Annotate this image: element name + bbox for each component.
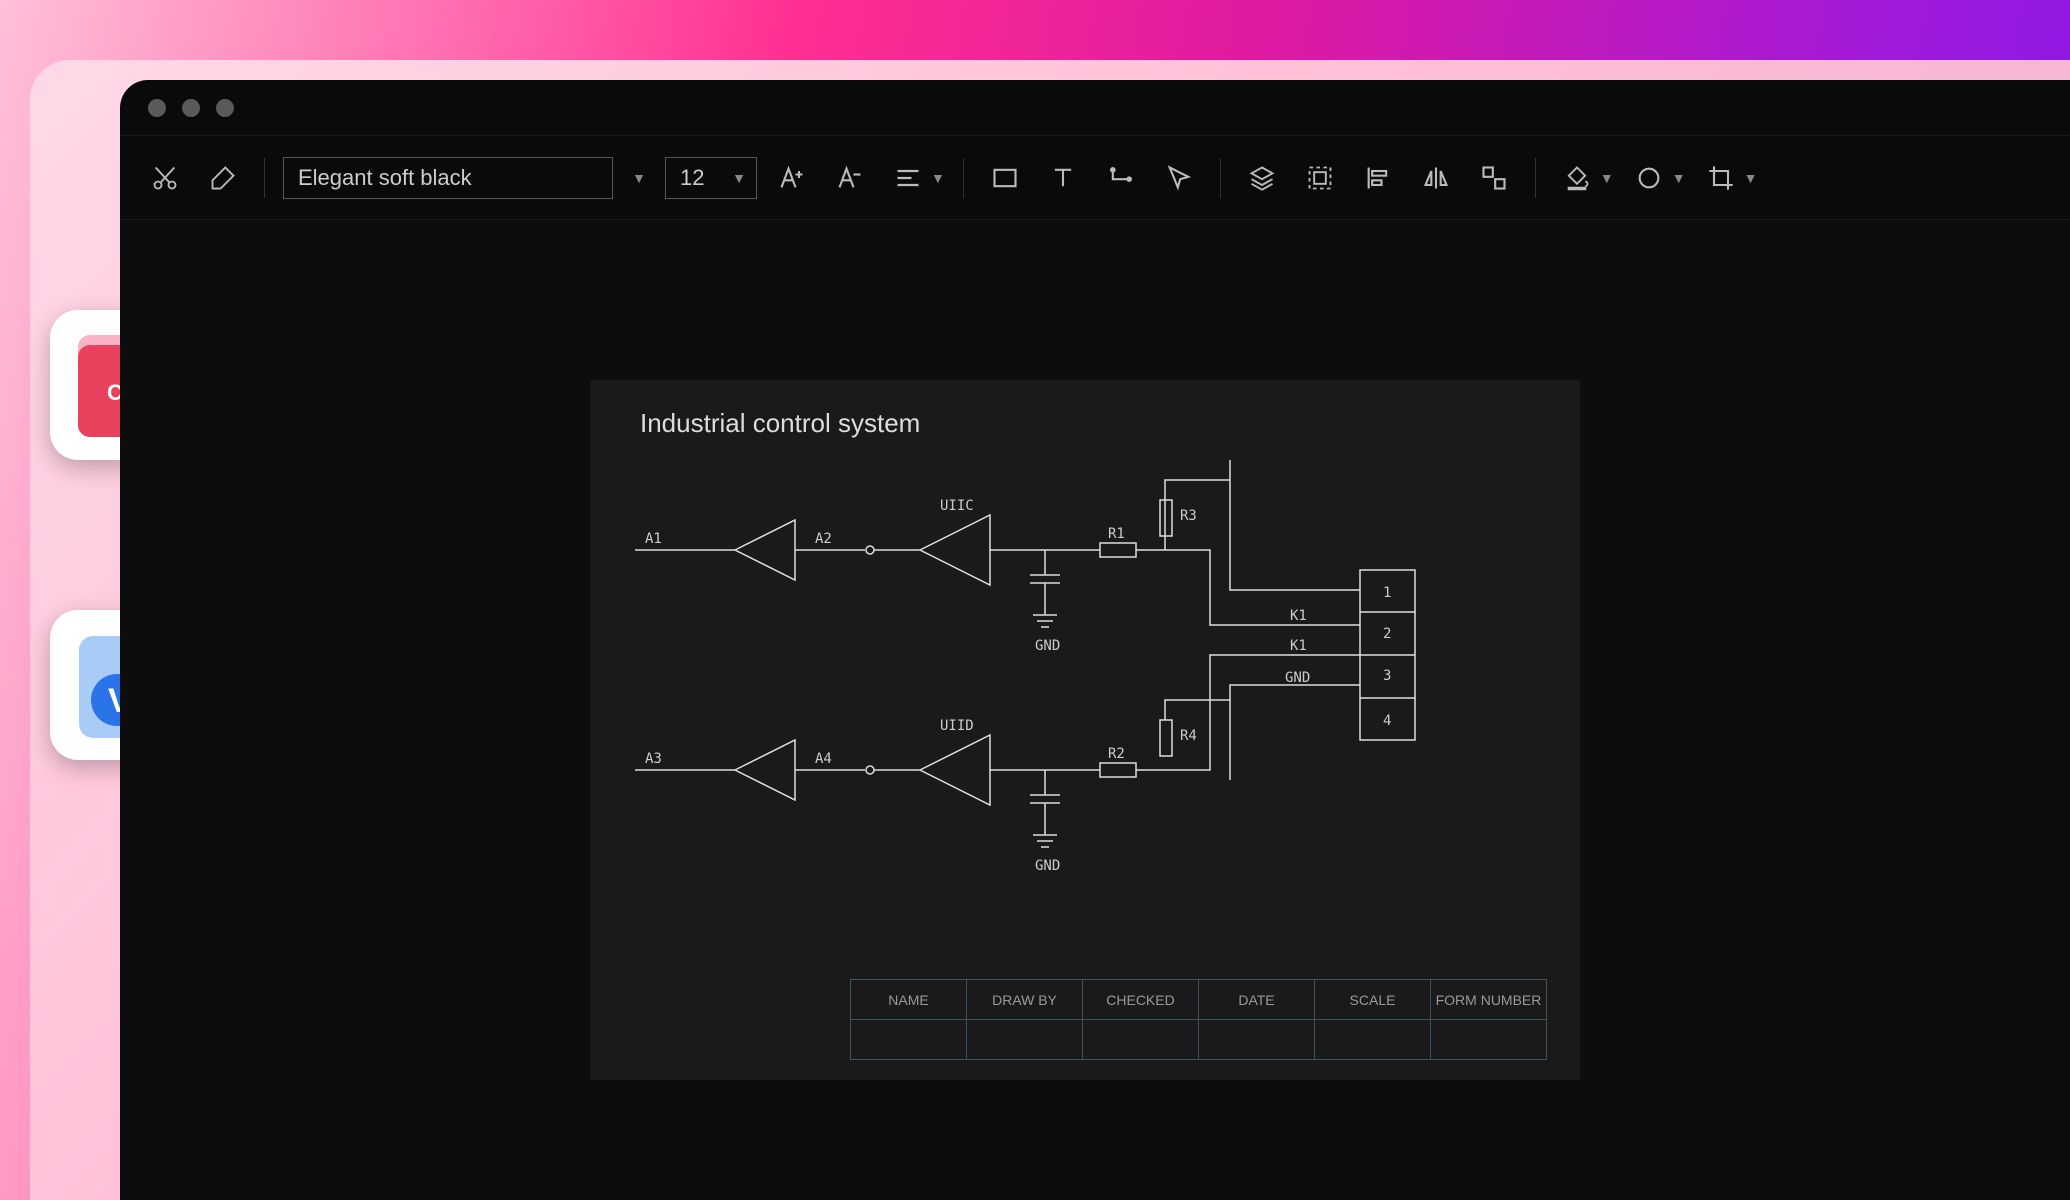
table-row: [851, 1020, 1547, 1060]
svg-text:A1: A1: [645, 531, 662, 547]
fill-color-button[interactable]: [1554, 155, 1600, 201]
svg-text:K1: K1: [1290, 608, 1307, 624]
table-header: FORM NUMBER: [1431, 980, 1547, 1020]
chevron-down-icon[interactable]: ▼: [1600, 170, 1614, 186]
font-size-value: 12: [680, 165, 704, 191]
format-painter-button[interactable]: [200, 155, 246, 201]
svg-text:2: 2: [1383, 626, 1391, 642]
toolbar-separator: [1535, 158, 1536, 198]
flip-horizontal-button[interactable]: [1413, 155, 1459, 201]
distribute-button[interactable]: [1471, 155, 1517, 201]
canvas-area[interactable]: Industrial control system: [120, 220, 2070, 1200]
toolbar-separator: [963, 158, 964, 198]
svg-text:R1: R1: [1108, 526, 1125, 542]
chevron-down-icon[interactable]: ▼: [931, 170, 945, 186]
schematic-drawing[interactable]: Industrial control system: [590, 380, 1580, 1080]
chevron-down-icon[interactable]: ▼: [1672, 170, 1686, 186]
svg-text:3: 3: [1383, 668, 1391, 684]
toolbar-separator: [264, 158, 265, 198]
svg-text:A2: A2: [815, 531, 832, 547]
svg-text:R3: R3: [1180, 508, 1197, 524]
svg-text:UIID: UIID: [940, 718, 974, 734]
svg-text:K1: K1: [1290, 638, 1307, 654]
crop-button[interactable]: [1698, 155, 1744, 201]
svg-text:A3: A3: [645, 751, 662, 767]
svg-text:GND: GND: [1035, 858, 1060, 874]
window-minimize-button[interactable]: [182, 99, 200, 117]
pointer-tool-button[interactable]: [1156, 155, 1202, 201]
chevron-down-icon: ▼: [732, 170, 746, 186]
svg-text:1: 1: [1383, 585, 1391, 601]
svg-text:UIIC: UIIC: [940, 498, 974, 514]
table-header: CHECKED: [1083, 980, 1199, 1020]
table-header: DRAW BY: [967, 980, 1083, 1020]
toolbar-separator: [1220, 158, 1221, 198]
app-window: Elegant soft black ▼ 12 ▼ ▼: [120, 80, 2070, 1200]
font-family-select[interactable]: Elegant soft black: [283, 157, 613, 199]
text-tool-button[interactable]: [1040, 155, 1086, 201]
svg-text:A4: A4: [815, 751, 832, 767]
align-left-button[interactable]: [1355, 155, 1401, 201]
titlebar: [120, 80, 2070, 136]
window-close-button[interactable]: [148, 99, 166, 117]
chevron-down-icon[interactable]: ▼: [1744, 170, 1758, 186]
group-button[interactable]: [1297, 155, 1343, 201]
cut-button[interactable]: [142, 155, 188, 201]
window-maximize-button[interactable]: [216, 99, 234, 117]
svg-text:R4: R4: [1180, 728, 1197, 744]
rectangle-tool-button[interactable]: [982, 155, 1028, 201]
line-style-button[interactable]: [1626, 155, 1672, 201]
font-family-dropdown[interactable]: ▼: [625, 157, 653, 199]
title-block-table: NAME DRAW BY CHECKED DATE SCALE FORM NUM…: [850, 979, 1547, 1060]
table-header-row: NAME DRAW BY CHECKED DATE SCALE FORM NUM…: [851, 980, 1547, 1020]
text-align-button[interactable]: [885, 155, 931, 201]
table-header: NAME: [851, 980, 967, 1020]
decrease-font-button[interactable]: [827, 155, 873, 201]
font-family-value: Elegant soft black: [298, 165, 472, 191]
table-header: SCALE: [1315, 980, 1431, 1020]
circuit-diagram: A1 A2 A3 A4 UIIC UIID R1 R2 R3 R4 K1 K1 …: [590, 380, 1580, 980]
layers-button[interactable]: [1239, 155, 1285, 201]
svg-text:R2: R2: [1108, 746, 1125, 762]
toolbar: Elegant soft black ▼ 12 ▼ ▼: [120, 136, 2070, 220]
svg-text:GND: GND: [1035, 638, 1060, 654]
svg-text:4: 4: [1383, 713, 1391, 729]
svg-text:GND: GND: [1285, 670, 1310, 686]
font-size-select[interactable]: 12 ▼: [665, 157, 757, 199]
increase-font-button[interactable]: [769, 155, 815, 201]
connector-tool-button[interactable]: [1098, 155, 1144, 201]
table-header: DATE: [1199, 980, 1315, 1020]
